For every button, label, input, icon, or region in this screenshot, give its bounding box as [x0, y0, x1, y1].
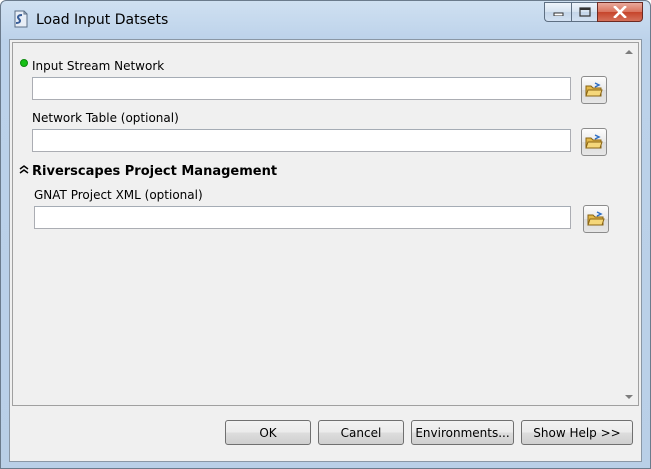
- open-folder-icon: [587, 211, 605, 226]
- gnat-project-xml-input[interactable]: [34, 206, 571, 229]
- input-stream-network-input[interactable]: [32, 77, 571, 100]
- gnat-project-xml-label: GNAT Project XML (optional): [34, 188, 203, 202]
- title-bar[interactable]: Load Input Datsets: [1, 1, 650, 39]
- scroll-down-icon[interactable]: [625, 395, 633, 399]
- show-help-button[interactable]: Show Help >>: [521, 420, 633, 445]
- open-folder-icon: [585, 134, 603, 149]
- network-table-input[interactable]: [32, 129, 571, 152]
- input-stream-network-label: Input Stream Network: [32, 59, 165, 73]
- environments-button[interactable]: Environments...: [411, 420, 514, 445]
- required-indicator-icon: [20, 59, 28, 67]
- maximize-button[interactable]: [571, 2, 597, 22]
- browse-network-table-button[interactable]: [581, 128, 607, 156]
- python-script-icon: [14, 10, 28, 28]
- close-icon: [613, 6, 627, 18]
- riverscapes-section-header[interactable]: Riverscapes Project Management: [32, 164, 277, 179]
- maximize-icon: [578, 7, 591, 17]
- caption-buttons: [544, 2, 643, 24]
- browse-input-stream-network-button[interactable]: [581, 76, 607, 104]
- minimize-icon: [553, 12, 563, 16]
- minimize-button[interactable]: [544, 2, 571, 22]
- dialog-window: Load Input Datsets Input Stream Network: [0, 0, 651, 469]
- scroll-up-icon[interactable]: [625, 50, 633, 54]
- dialog-body: Input Stream Network Network Table (opti…: [9, 39, 642, 462]
- collapse-chevron-icon[interactable]: [19, 165, 29, 174]
- close-button[interactable]: [597, 2, 643, 22]
- open-folder-icon: [585, 82, 603, 97]
- browse-gnat-project-xml-button[interactable]: [583, 205, 609, 233]
- parameters-panel: Input Stream Network Network Table (opti…: [12, 42, 639, 406]
- cancel-button[interactable]: Cancel: [318, 420, 404, 445]
- window-title: Load Input Datsets: [36, 12, 169, 28]
- vertical-scrollbar[interactable]: [621, 43, 638, 405]
- network-table-label: Network Table (optional): [32, 111, 179, 125]
- ok-button[interactable]: OK: [225, 420, 311, 445]
